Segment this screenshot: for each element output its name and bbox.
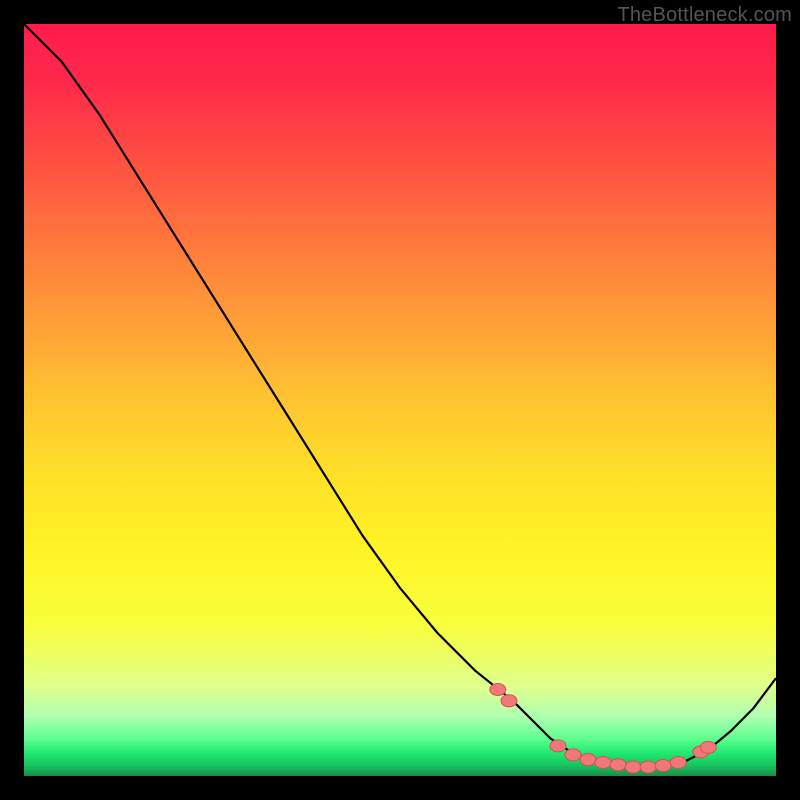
marker-dot bbox=[700, 741, 716, 753]
plot-area bbox=[24, 24, 776, 776]
chart-container: TheBottleneck.com bbox=[0, 0, 800, 800]
marker-dot bbox=[550, 740, 566, 752]
marker-dot bbox=[670, 757, 686, 769]
chart-svg bbox=[24, 24, 776, 776]
marker-dot bbox=[565, 749, 581, 761]
marker-dot bbox=[655, 760, 671, 772]
marker-dot bbox=[501, 695, 517, 707]
marker-dot bbox=[595, 757, 611, 769]
marker-dot bbox=[580, 754, 596, 766]
marker-dot bbox=[640, 761, 656, 773]
optimal-zone-markers bbox=[490, 684, 717, 774]
marker-dot bbox=[610, 759, 626, 771]
marker-dot bbox=[693, 746, 709, 758]
marker-dot bbox=[625, 761, 641, 773]
bottleneck-curve bbox=[24, 24, 776, 769]
marker-dot bbox=[490, 684, 506, 696]
